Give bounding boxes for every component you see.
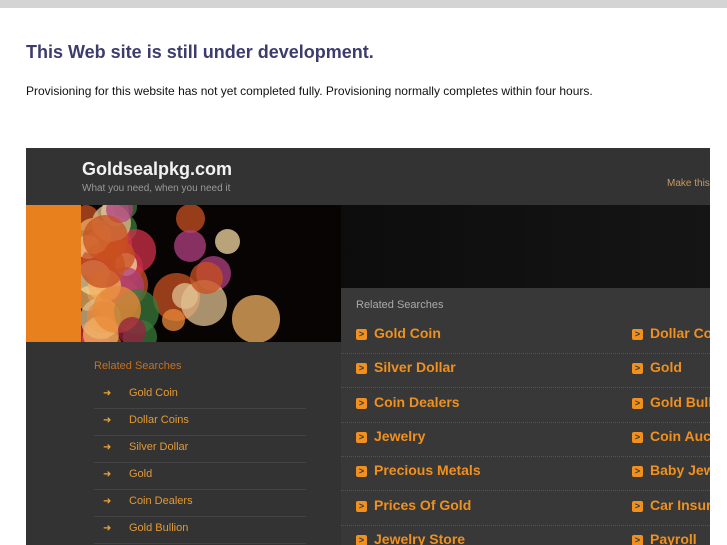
sidebar-related-searches: Related Searches ➜ Gold Coin ➜ Dollar Coins… — [94, 360, 306, 544]
arrow-right-icon: ➜ — [103, 523, 112, 534]
related-row: > Precious Metals > Baby Jew — [341, 456, 710, 492]
related-link[interactable]: > Coin Auc — [632, 428, 710, 444]
related-link-label: Jewelry — [374, 427, 426, 444]
sidebar-link[interactable]: ➜ Gold Bullion — [94, 517, 306, 544]
related-link-label: Coin Auc — [650, 427, 710, 444]
related-searches-panel: Related Searches > Gold Coin > Dollar Co > Si… — [341, 288, 710, 545]
sidebar-link-label: Dollar Coins — [129, 414, 189, 426]
provisioning-message: Provisioning for this website has not ye… — [26, 84, 593, 98]
site-tagline: What you need, when you need it — [82, 183, 231, 194]
sidebar-link-label: Gold Coin — [129, 387, 178, 399]
related-row: > Coin Dealers > Gold Bull — [341, 388, 710, 423]
arrow-bullet-icon: > — [632, 466, 643, 478]
arrow-bullet-icon: > — [632, 363, 643, 375]
page-title: This Web site is still under development… — [26, 42, 374, 62]
sidebar-link-label: Gold — [129, 468, 153, 480]
arrow-bullet-icon: > — [356, 363, 367, 375]
browser-top-bar — [0, 0, 727, 8]
bokeh-light — [232, 295, 280, 342]
bokeh-light — [82, 215, 128, 261]
sidebar-title: Related Searches — [94, 360, 182, 372]
arrow-bullet-icon: > — [632, 329, 643, 340]
arrow-right-icon: ➜ — [103, 415, 112, 426]
arrow-right-icon: ➜ — [103, 442, 112, 453]
related-link[interactable]: > Baby Jew — [632, 462, 710, 478]
related-link[interactable]: > Jewelry — [356, 428, 425, 444]
sidebar-link[interactable]: ➜ Dollar Coins — [94, 409, 306, 436]
parked-site-frame: Goldsealpkg.com What you need, when you … — [26, 148, 710, 545]
bokeh-lights-image — [81, 205, 341, 342]
bokeh-light — [162, 308, 185, 332]
orange-accent-bar — [26, 205, 81, 342]
related-link-label: Gold Bull — [650, 393, 710, 410]
related-link[interactable]: > Car Insur — [632, 497, 710, 513]
panel-title: Related Searches — [356, 299, 444, 311]
arrow-bullet-icon: > — [632, 397, 643, 409]
arrow-bullet-icon: > — [356, 500, 367, 512]
make-homepage-link[interactable]: Make this — [667, 178, 710, 189]
related-link-label: Precious Metals — [374, 462, 481, 479]
related-link-label: Dollar Co — [650, 325, 710, 341]
bokeh-light — [174, 229, 207, 262]
related-link[interactable]: > Gold Coin — [356, 325, 441, 341]
bokeh-light — [118, 317, 147, 342]
related-row: > Silver Dollar > Gold — [341, 353, 710, 389]
related-link[interactable]: > Gold Bull — [632, 394, 710, 410]
bokeh-light — [190, 261, 223, 294]
related-link[interactable]: > Coin Dealers — [356, 394, 460, 410]
related-link-label: Gold Coin — [374, 325, 441, 341]
sidebar-link[interactable]: ➜ Silver Dollar — [94, 436, 306, 463]
arrow-bullet-icon: > — [356, 466, 367, 478]
related-link[interactable]: > Prices Of Gold — [356, 497, 471, 513]
bokeh-light — [215, 229, 241, 255]
related-link-label: Payroll — [650, 530, 697, 545]
related-link-label: Baby Jew — [650, 462, 710, 479]
related-row: > Jewelry Store > Payroll — [341, 525, 710, 545]
related-link[interactable]: > Jewelry Store — [356, 531, 465, 545]
related-link[interactable]: > Gold — [632, 359, 682, 375]
sidebar-link-label: Gold Bullion — [129, 522, 189, 534]
sidebar-link-label: Coin Dealers — [129, 495, 193, 507]
related-row: > Prices Of Gold > Car Insur — [341, 491, 710, 526]
related-link-label: Car Insur — [650, 496, 710, 513]
sidebar-link[interactable]: ➜ Gold — [94, 463, 306, 490]
related-link[interactable]: > Dollar Co — [632, 325, 710, 341]
related-link[interactable]: > Payroll — [632, 531, 697, 545]
arrow-right-icon: ➜ — [103, 388, 112, 399]
arrow-right-icon: ➜ — [103, 469, 112, 480]
sidebar-link[interactable]: ➜ Gold Coin — [94, 382, 306, 409]
arrow-bullet-icon: > — [632, 431, 643, 443]
related-link-label: Prices Of Gold — [374, 496, 472, 513]
bokeh-light — [175, 205, 206, 233]
sidebar-link-label: Silver Dollar — [129, 441, 189, 453]
related-row: > Gold Coin > Dollar Co — [341, 319, 710, 354]
arrow-right-icon: ➜ — [103, 496, 112, 507]
site-name[interactable]: Goldsealpkg.com — [82, 159, 232, 180]
related-link-label: Coin Dealers — [374, 393, 460, 410]
related-link[interactable]: > Silver Dollar — [356, 359, 456, 375]
arrow-bullet-icon: > — [632, 500, 643, 512]
arrow-bullet-icon: > — [356, 397, 367, 409]
related-link-label: Jewelry Store — [374, 530, 466, 545]
site-header: Goldsealpkg.com What you need, when you … — [26, 148, 710, 205]
related-row: > Jewelry > Coin Auc — [341, 422, 710, 457]
arrow-bullet-icon: > — [356, 329, 367, 340]
sidebar-link[interactable]: ➜ Coin Dealers — [94, 490, 306, 517]
arrow-bullet-icon: > — [356, 534, 367, 545]
related-link-label: Gold — [650, 359, 682, 376]
related-link-label: Silver Dollar — [374, 359, 456, 376]
related-link[interactable]: > Precious Metals — [356, 462, 481, 478]
arrow-bullet-icon: > — [356, 431, 367, 443]
arrow-bullet-icon: > — [632, 534, 643, 545]
